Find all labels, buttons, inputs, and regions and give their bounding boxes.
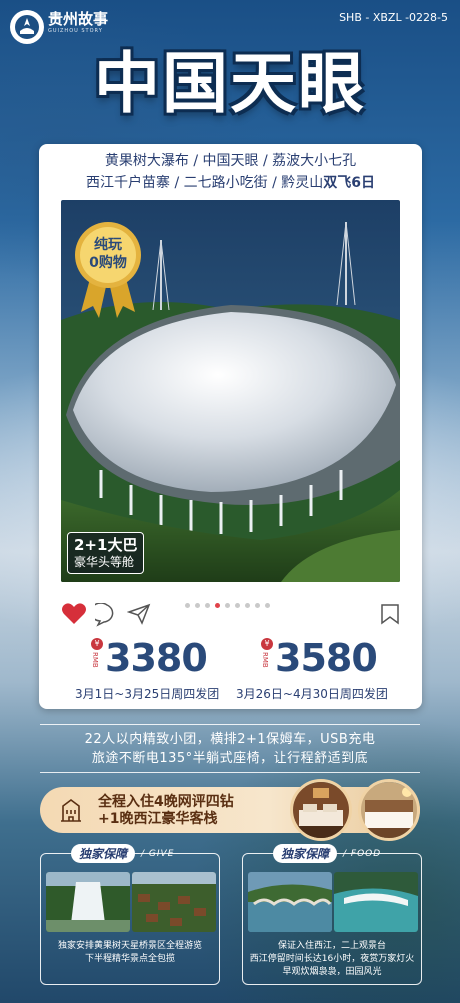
price-block-1: ¥ RMB 3380 xyxy=(91,636,208,680)
lake-falls-image xyxy=(334,872,418,932)
heart-icon[interactable] xyxy=(61,602,87,626)
carousel-dot[interactable] xyxy=(225,603,230,608)
currency-label-1: RMB xyxy=(91,652,99,668)
route-duration: 双飞6日 xyxy=(323,175,375,191)
product-code: SHB - XBZL -0228-5 xyxy=(339,11,448,24)
lake-falls-photo xyxy=(334,872,418,932)
no-shopping-badge: 纯玩 0购物 xyxy=(73,220,143,324)
section-subtitle-1: / GIVE xyxy=(141,848,175,859)
hotel-text: 全程入住4晚网评四钻 +1晚西江豪华客栈 xyxy=(98,794,234,828)
hotel-building-icon xyxy=(61,799,81,822)
waterfall-image xyxy=(46,872,130,932)
carousel-dot[interactable] xyxy=(235,603,240,608)
section-note-1-text: 独家安排黄果树天星桥景区全程游览 下半程精华景点全包揽 xyxy=(57,941,202,964)
bus-class: 豪华头等舱 xyxy=(74,555,135,569)
brand-emblem-icon xyxy=(15,15,39,39)
guarantee-section-1: 独家保障 / GIVE 独家安排黄果树天星桥景区全程游览 下半程精华景点全包揽 xyxy=(40,844,220,985)
section-tag-2: 独家保障 / FOOD xyxy=(273,844,381,863)
feature-line-1: 22人以内精致小团，横排2+1保姆车，USB充电 xyxy=(84,732,376,747)
brand-name: 贵州故事 GUIZHOU STORY xyxy=(48,10,108,34)
bookmark-icon[interactable] xyxy=(380,603,400,625)
price-dates-2: 3月26日~4月30日周四发团 xyxy=(236,687,388,701)
carousel-indicator xyxy=(185,603,270,608)
village-image xyxy=(132,872,216,932)
section-note-2: 保证入住西江，二上观景台 西江停留时间长达16小时，夜赏万家灯火 早观炊烟袅袅，… xyxy=(243,940,421,979)
feature-line-2: 旅途不断电135°半躺式座椅，让行程舒适到底 xyxy=(91,751,369,766)
yuan-symbol-1: ¥ xyxy=(91,638,103,650)
brand-logo xyxy=(10,10,44,44)
page-title: 中国天眼 xyxy=(94,45,366,122)
brand-name-en: GUIZHOU STORY xyxy=(48,28,103,34)
carousel-dot[interactable] xyxy=(265,603,270,608)
carousel-dot[interactable] xyxy=(215,603,220,608)
route-line-2-text: 西江千户苗寨 / 二七路小吃街 / 黔灵山 xyxy=(86,175,324,191)
section-title-2: 独家保障 xyxy=(273,844,338,863)
currency-label-2: RMB xyxy=(261,652,269,668)
currency-mark-1: ¥ RMB xyxy=(91,638,105,668)
price-dates-1: 3月1日~3月25日周四发团 xyxy=(75,687,220,701)
bridge-image xyxy=(248,872,332,932)
bridge-photo xyxy=(248,872,332,932)
section-note-1: 独家安排黄果树天星桥景区全程游览 下半程精华景点全包揽 xyxy=(41,940,219,966)
comment-icon[interactable] xyxy=(95,603,119,627)
carousel-dot[interactable] xyxy=(195,603,200,608)
carousel-dot[interactable] xyxy=(245,603,250,608)
carousel-dot[interactable] xyxy=(185,603,190,608)
bus-label: 2+1大巴 豪华头等舱 xyxy=(67,532,145,574)
price-amount-1: 3380 xyxy=(105,636,208,680)
telescope-photo: 纯玩 0购物 2+1大巴 豪华头等舱 xyxy=(61,200,400,582)
bus-type: 2+1大巴 xyxy=(74,536,138,554)
carousel-dot[interactable] xyxy=(205,603,210,608)
share-icon[interactable] xyxy=(127,603,151,625)
section-title-1: 独家保障 xyxy=(71,844,136,863)
waterfall-photo xyxy=(46,872,130,932)
hotel-line-2: +1晚西江豪华客栈 xyxy=(98,811,218,827)
price-amount-2: 3580 xyxy=(275,636,378,680)
hotel-room-image xyxy=(293,782,349,838)
guarantee-section-2: 独家保障 / FOOD 保证入住西江，二上观景台 西江停留时间长达16小时，夜赏… xyxy=(242,844,422,985)
hotel-banner: 全程入住4晚网评四钻 +1晚西江豪华客栈 xyxy=(40,779,420,841)
post-card: 黄果树大瀑布 / 中国天眼 / 荔波大小七孔 西江千户苗寨 / 二七路小吃街 /… xyxy=(39,144,422,709)
section-subtitle-2: / FOOD xyxy=(343,848,382,859)
price-block-2: ¥ RMB 3580 xyxy=(261,636,378,680)
route-line-1: 黄果树大瀑布 / 中国天眼 / 荔波大小七孔 xyxy=(104,153,357,169)
village-photo xyxy=(132,872,216,932)
section-note-2-text: 保证入住西江，二上观景台 西江停留时间长达16小时，夜赏万家灯火 早观炊烟袅袅，… xyxy=(249,941,415,977)
features-text: 22人以内精致小团，横排2+1保姆车，USB充电 旅途不断电135°半躺式座椅，… xyxy=(0,730,460,768)
badge-line-1: 纯玩 xyxy=(94,237,122,253)
hotel-bed-image xyxy=(361,782,417,838)
divider-bottom xyxy=(40,772,420,773)
hotel-line-1: 全程入住4晚网评四钻 xyxy=(98,794,234,810)
route-line-2: 西江千户苗寨 / 二七路小吃街 / 黔灵山双飞6日 xyxy=(39,172,422,194)
hotel-room-photo-1 xyxy=(290,779,352,841)
hotel-room-photo-2 xyxy=(358,779,420,841)
carousel-dot[interactable] xyxy=(255,603,260,608)
badge-line-2: 0购物 xyxy=(89,255,127,271)
section-tag-1: 独家保障 / GIVE xyxy=(71,844,174,863)
divider-top xyxy=(40,724,420,725)
currency-mark-2: ¥ RMB xyxy=(261,638,275,668)
yuan-symbol-2: ¥ xyxy=(261,638,273,650)
brand-name-cn: 贵州故事 xyxy=(48,10,109,28)
